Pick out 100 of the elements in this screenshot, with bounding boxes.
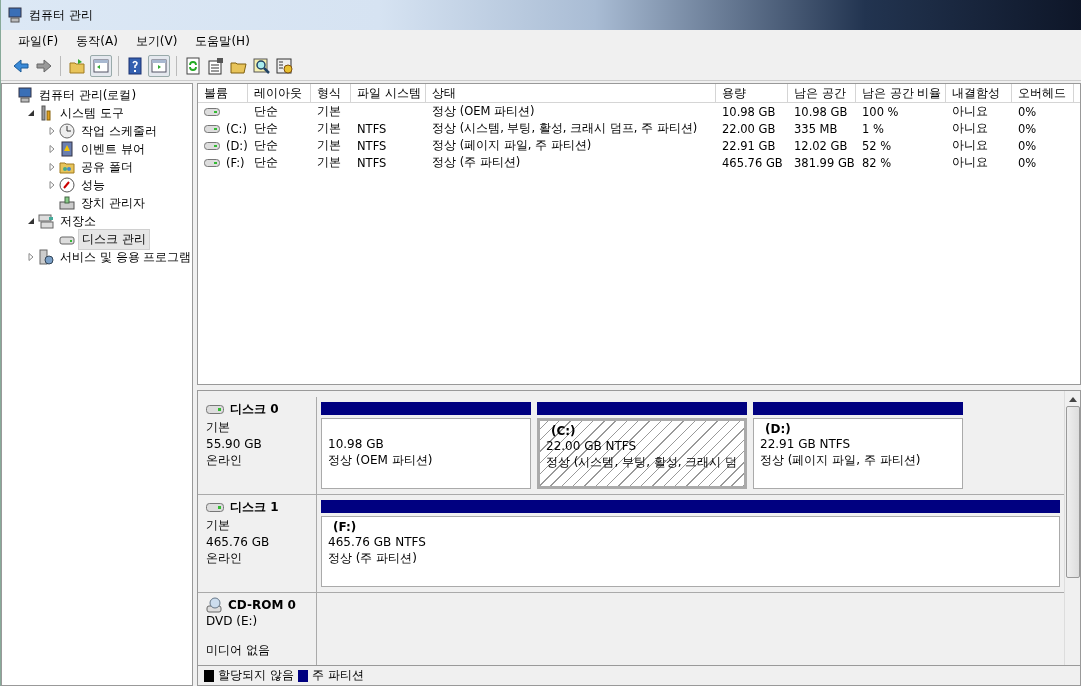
- menu-item[interactable]: 도움말(H): [186, 30, 259, 52]
- search-icon[interactable]: [252, 56, 272, 76]
- back-arrow-icon[interactable]: [11, 56, 31, 76]
- settings-icon[interactable]: [275, 56, 295, 76]
- table-cell: 100 %: [862, 104, 899, 119]
- tree-item[interactable]: 저장소: [57, 211, 99, 231]
- table-cell: 465.76 GB: [722, 155, 783, 170]
- tree-item[interactable]: 서비스 및 응용 프로그램: [57, 247, 195, 267]
- clock-icon: [59, 123, 75, 139]
- tree-item[interactable]: 시스템 도구: [57, 103, 127, 123]
- table-cell: 335 MB: [794, 121, 838, 136]
- computer-icon: [7, 7, 23, 23]
- refresh-icon[interactable]: [183, 56, 203, 76]
- column-header[interactable]: 내결함성: [946, 84, 1012, 102]
- disk-status: 미디어 없음: [206, 642, 271, 659]
- table-cell: 10.98 GB: [722, 104, 776, 119]
- table-cell: 단순: [254, 138, 278, 153]
- expanded-arrow-icon[interactable]: [27, 109, 35, 117]
- disk-name: 디스크 1: [230, 499, 279, 516]
- drive-icon: [204, 158, 220, 167]
- partition-status: 정상 (OEM 파티션): [328, 452, 434, 469]
- storage-icon: [38, 213, 54, 229]
- tree-item[interactable]: 작업 스케줄러: [78, 121, 160, 141]
- table-cell: 381.99 GB: [794, 155, 855, 170]
- tree-item[interactable]: 컴퓨터 관리(로컬): [36, 85, 140, 105]
- gauge-icon: [59, 177, 75, 193]
- column-header[interactable]: 오버헤드: [1012, 84, 1074, 102]
- table-cell: 기본: [317, 155, 341, 170]
- collapsed-arrow-icon[interactable]: [48, 163, 56, 171]
- disk-drive-icon: [206, 503, 224, 512]
- menu-item[interactable]: 파일(F): [9, 30, 68, 52]
- table-cell: 정상 (OEM 파티션): [432, 104, 535, 119]
- collapsed-arrow-icon[interactable]: [48, 145, 56, 153]
- tree-item[interactable]: 성능: [78, 175, 108, 195]
- collapsed-arrow-icon[interactable]: [48, 127, 56, 135]
- table-cell: 아니요: [952, 104, 988, 119]
- help-icon[interactable]: [125, 56, 145, 76]
- partition-label: (F:): [332, 520, 358, 534]
- menu-item[interactable]: 동작(A): [67, 30, 127, 52]
- column-header[interactable]: 남은 공간 비율: [856, 84, 946, 102]
- column-header[interactable]: 남은 공간: [788, 84, 856, 102]
- collapsed-arrow-icon[interactable]: [27, 253, 35, 261]
- computer-icon: [17, 87, 33, 103]
- table-cell: 아니요: [952, 121, 988, 136]
- table-cell: 0%: [1018, 138, 1037, 153]
- properties-icon[interactable]: [206, 56, 226, 76]
- tree-item[interactable]: 공유 폴더: [78, 157, 136, 177]
- table-cell: (F:): [226, 155, 245, 170]
- legend-label: 할당되지 않음: [218, 667, 294, 684]
- table-cell: 22.91 GB: [722, 138, 776, 153]
- disk-status: 온라인: [206, 550, 243, 567]
- drive-icon: [204, 107, 220, 116]
- disk-type: DVD (E:): [206, 614, 259, 628]
- scroll-up-icon[interactable]: [1068, 397, 1077, 402]
- disk-status: 온라인: [206, 452, 243, 469]
- column-header[interactable]: 볼륨: [198, 84, 248, 102]
- tree-item[interactable]: 디스크 관리: [78, 228, 150, 250]
- scroll-thumb[interactable]: [1065, 406, 1080, 578]
- up-folder-icon[interactable]: [67, 56, 87, 76]
- event-log-icon: [59, 141, 75, 157]
- partition-block[interactable]: (C:) 22.00 GB NTFS 정상 (시스템, 부팅, 활성, 크래시 덤: [535, 400, 749, 491]
- tree-item[interactable]: 장치 관리자: [78, 193, 148, 213]
- table-cell: 단순: [254, 121, 278, 136]
- expanded-arrow-icon[interactable]: [27, 217, 35, 225]
- column-header[interactable]: 형식: [311, 84, 351, 102]
- table-cell: 아니요: [952, 155, 988, 170]
- table-cell: (D:): [226, 138, 248, 153]
- forward-arrow-icon[interactable]: [34, 56, 54, 76]
- table-cell: 아니요: [952, 138, 988, 153]
- scrollbar[interactable]: [1064, 391, 1080, 665]
- table-cell: (C:): [226, 121, 247, 136]
- menu-item[interactable]: 보기(V): [126, 30, 187, 52]
- table-cell: 기본: [317, 121, 341, 136]
- cd-drive-icon: [206, 597, 222, 613]
- column-header[interactable]: 용량: [716, 84, 788, 102]
- device-icon: [59, 195, 75, 211]
- table-cell: 정상 (주 파티션): [432, 155, 521, 170]
- column-header[interactable]: 레이아웃: [248, 84, 311, 102]
- disk-type: 기본: [206, 517, 231, 534]
- column-header[interactable]: 상태: [426, 84, 716, 102]
- partition-block[interactable]: 10.98 GB 정상 (OEM 파티션): [319, 400, 533, 491]
- show-tree-icon[interactable]: [90, 55, 112, 77]
- table-cell: 단순: [254, 104, 278, 119]
- partition-status: 정상 (시스템, 부팅, 활성, 크래시 덤: [546, 454, 738, 471]
- column-header[interactable]: 파일 시스템: [351, 84, 426, 102]
- partition-label: (C:): [550, 424, 577, 438]
- partition-block[interactable]: (D:) 22.91 GB NTFS 정상 (페이지 파일, 주 파티션): [751, 400, 965, 491]
- tree-item[interactable]: 이벤트 뷰어: [78, 139, 148, 159]
- table-cell: 0%: [1018, 121, 1037, 136]
- partition-status: 정상 (주 파티션): [328, 550, 418, 567]
- partition-size: 10.98 GB: [328, 437, 385, 451]
- partition-label: (D:): [764, 422, 792, 436]
- collapsed-arrow-icon[interactable]: [48, 181, 56, 189]
- partition-block[interactable]: (F:) 465.76 GB NTFS 정상 (주 파티션): [319, 498, 1062, 589]
- table-cell: NTFS: [357, 121, 387, 136]
- table-cell: 0%: [1018, 104, 1037, 119]
- tools-icon: [38, 105, 54, 121]
- disk-size: 55.90 GB: [206, 437, 263, 451]
- partition-size: 22.91 GB NTFS: [760, 437, 852, 451]
- table-cell: 10.98 GB: [794, 104, 848, 119]
